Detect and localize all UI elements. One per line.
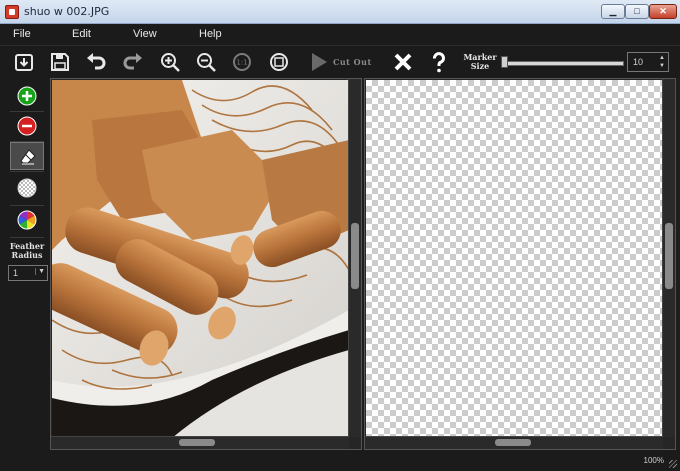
marker-size-value[interactable]: 10 xyxy=(633,57,643,67)
marker-size-slider[interactable] xyxy=(504,61,624,66)
scrollbar-thumb[interactable] xyxy=(665,223,673,289)
resize-grip-icon[interactable] xyxy=(669,460,677,468)
add-area-tool[interactable] xyxy=(10,82,44,110)
marker-size-label: Marker Size xyxy=(463,52,497,71)
color-tool[interactable] xyxy=(10,206,44,234)
mask-tool[interactable] xyxy=(10,174,44,202)
menu-edit[interactable]: Edit xyxy=(72,28,91,40)
horizontal-scrollbar[interactable] xyxy=(51,436,349,449)
minimize-button[interactable]: ▁ xyxy=(601,4,625,19)
menu-bar: File Edit View Help xyxy=(0,24,680,46)
divider xyxy=(10,171,44,172)
feather-radius-select[interactable]: 1 ▼ xyxy=(8,265,48,281)
result-image-panel xyxy=(364,78,676,450)
remove-area-tool[interactable] xyxy=(10,112,44,140)
food-photo xyxy=(52,80,349,438)
menu-help[interactable]: Help xyxy=(199,28,222,40)
zoom-in-icon[interactable] xyxy=(158,50,182,74)
save-icon[interactable] xyxy=(48,50,72,74)
cut-out-button[interactable]: Cut Out xyxy=(333,57,372,67)
status-bar: 100% xyxy=(0,450,680,471)
clear-icon[interactable] xyxy=(391,50,415,74)
maximize-button[interactable]: □ xyxy=(625,4,649,19)
feather-radius-value[interactable]: 1 xyxy=(13,268,18,278)
remove-area-icon xyxy=(17,116,37,136)
divider xyxy=(10,237,44,238)
feather-radius-label: Feather Radius xyxy=(9,241,45,260)
help-icon[interactable] xyxy=(427,50,451,74)
menu-file[interactable]: File xyxy=(13,28,31,40)
open-file-icon[interactable] xyxy=(12,50,36,74)
scrollbar-thumb[interactable] xyxy=(351,223,359,289)
close-button[interactable]: ✕ xyxy=(649,4,677,19)
play-icon[interactable] xyxy=(307,50,331,74)
chevron-down-icon[interactable]: ▼ xyxy=(35,268,45,275)
result-image-canvas[interactable] xyxy=(366,80,663,438)
stepper-up-icon[interactable]: ▲ xyxy=(658,54,666,62)
zoom-out-icon[interactable] xyxy=(194,50,218,74)
menu-view[interactable]: View xyxy=(133,28,157,40)
stepper-down-icon[interactable]: ▼ xyxy=(658,62,666,70)
title-bar: shuo w 002.JPG ▁ □ ✕ xyxy=(0,0,680,24)
app-icon xyxy=(5,5,19,19)
tool-panel: Feather Radius 1 ▼ xyxy=(0,78,50,450)
eraser-icon xyxy=(20,149,36,165)
scrollbar-thumb[interactable] xyxy=(495,439,531,446)
source-image-panel xyxy=(50,78,362,450)
vertical-scrollbar[interactable] xyxy=(662,79,675,437)
redo-icon[interactable] xyxy=(121,50,145,74)
zoom-level: 100% xyxy=(643,456,664,465)
add-area-icon xyxy=(17,86,37,106)
actual-size-icon[interactable]: 1:1 xyxy=(230,50,254,74)
undo-icon[interactable] xyxy=(84,50,108,74)
source-image-canvas[interactable] xyxy=(52,80,349,438)
svg-text:1:1: 1:1 xyxy=(236,59,247,67)
marker-size-slider-thumb[interactable] xyxy=(501,56,508,68)
mask-icon xyxy=(17,178,37,198)
fit-to-window-icon[interactable] xyxy=(267,50,291,74)
window-title: shuo w 002.JPG xyxy=(24,5,110,18)
vertical-scrollbar[interactable] xyxy=(348,79,361,437)
horizontal-scrollbar[interactable] xyxy=(365,436,663,449)
scrollbar-thumb[interactable] xyxy=(179,439,215,446)
transparent-background xyxy=(366,80,663,438)
marker-size-stepper[interactable]: 10 ▲ ▼ xyxy=(627,52,669,72)
color-wheel-icon xyxy=(17,210,37,230)
eraser-tool[interactable] xyxy=(10,142,44,170)
